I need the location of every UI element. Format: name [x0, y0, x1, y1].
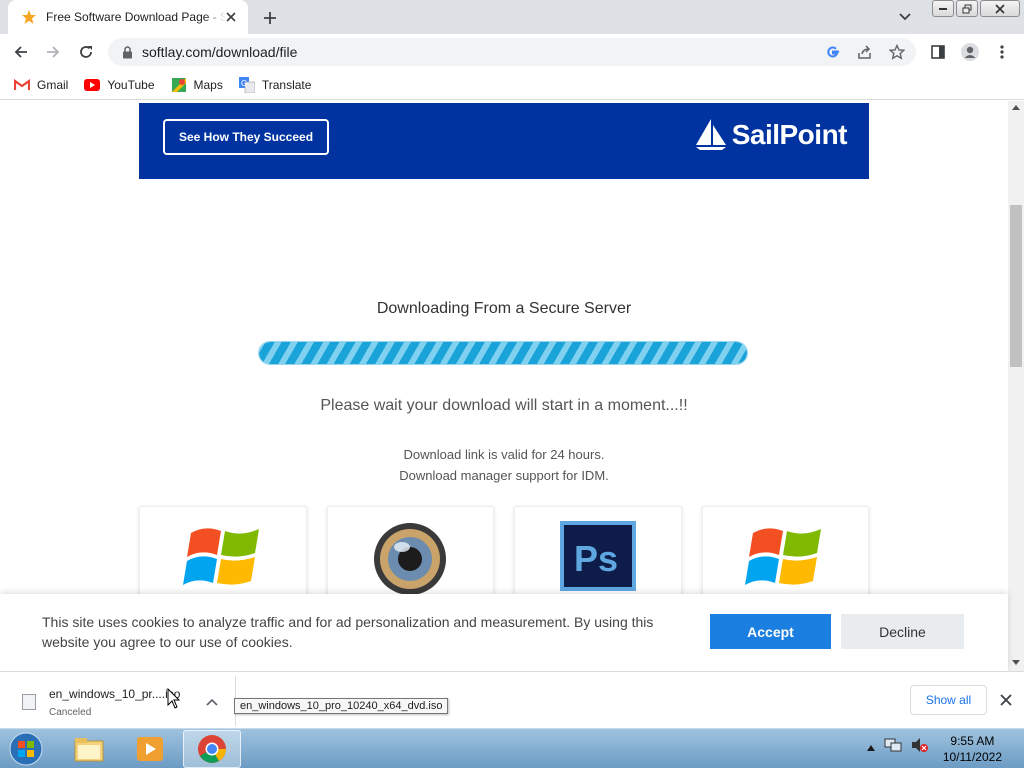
- cookie-banner: This site uses cookies to analyze traffi…: [0, 594, 1008, 671]
- bookmark-gmail[interactable]: Gmail: [14, 77, 68, 93]
- download-title: Downloading From a Secure Server: [376, 300, 632, 317]
- bookmark-star-icon[interactable]: [886, 42, 908, 62]
- bookmark-youtube[interactable]: YouTube: [84, 77, 155, 93]
- scroll-thumb[interactable]: [1010, 205, 1022, 367]
- network-icon[interactable]: [884, 737, 902, 758]
- software-cards: Ps: [139, 506, 869, 606]
- media-player-icon: [374, 523, 447, 595]
- url-text: softlay.com/download/file: [142, 44, 298, 60]
- sailpoint-ad-banner[interactable]: See How They Succeed SailPoint: [139, 103, 869, 179]
- share-icon[interactable]: [854, 42, 876, 62]
- gmail-icon: [14, 77, 30, 93]
- bookmark-translate[interactable]: G Translate: [238, 76, 312, 93]
- menu-kebab-icon[interactable]: [990, 40, 1014, 64]
- windows-logo-icon: [745, 528, 822, 585]
- software-card[interactable]: [326, 506, 494, 606]
- window-controls: [930, 0, 1020, 18]
- star-favicon-icon: [20, 8, 38, 26]
- bookmark-label: Gmail: [37, 77, 69, 92]
- download-shelf: en_windows_10_pr....iso Canceled Show al…: [0, 671, 1024, 728]
- lock-icon[interactable]: [120, 45, 134, 59]
- start-button-icon[interactable]: [6, 730, 46, 768]
- maps-icon: [171, 77, 187, 93]
- bookmark-label: Translate: [261, 77, 312, 92]
- download-item[interactable]: en_windows_10_pr....iso Canceled: [4, 676, 236, 726]
- idm-support-text: Download manager support for IDM.: [399, 468, 609, 483]
- tab-search-chevron-icon[interactable]: [894, 6, 916, 28]
- see-how-they-succeed-button[interactable]: See How They Succeed: [163, 119, 329, 155]
- photoshop-label: Ps: [574, 538, 618, 579]
- page-scrollbar[interactable]: [1008, 101, 1024, 671]
- page-viewport: See How They Succeed SailPoint Downloadi…: [0, 101, 1008, 671]
- photoshop-icon: Ps: [559, 521, 636, 591]
- tab-title: Free Software Download Page - Softlay: [46, 10, 226, 24]
- tab-strip: Free Software Download Page - Softlay: [0, 0, 1024, 34]
- media-player-task-icon[interactable]: [121, 730, 179, 768]
- restore-icon[interactable]: [956, 0, 978, 17]
- chrome-task-icon[interactable]: [183, 730, 241, 768]
- bookmarks-bar: Gmail YouTube Maps G Translate: [0, 70, 1024, 100]
- cookie-text: This site uses cookies to analyze traffi…: [42, 614, 654, 650]
- link-valid-text: Download link is valid for 24 hours.: [403, 447, 605, 462]
- side-panel-icon[interactable]: [926, 40, 950, 64]
- explorer-task-icon[interactable]: [60, 730, 118, 768]
- reload-icon[interactable]: [74, 40, 98, 64]
- volume-muted-icon[interactable]: [910, 737, 928, 758]
- download-filename: en_windows_10_pr....iso: [49, 687, 181, 701]
- software-card[interactable]: Ps: [514, 506, 682, 606]
- software-card[interactable]: [139, 506, 307, 606]
- mouse-cursor-icon: [167, 688, 181, 709]
- sailpoint-logo: SailPoint: [694, 119, 848, 151]
- translate-icon: G: [238, 76, 255, 93]
- file-icon: [22, 694, 36, 710]
- bookmark-label: Maps: [193, 77, 223, 92]
- show-all-button[interactable]: Show all: [910, 685, 987, 715]
- browser-toolbar: softlay.com/download/file: [0, 34, 1024, 70]
- windows-taskbar: 9:55 AM 10/11/2022: [0, 728, 1024, 768]
- software-card[interactable]: [701, 506, 869, 606]
- close-shelf-icon[interactable]: [996, 690, 1016, 710]
- forward-icon[interactable]: [41, 40, 65, 64]
- show-hidden-icons-icon[interactable]: [866, 739, 876, 757]
- system-tray: [866, 737, 928, 758]
- svg-text:G: G: [241, 79, 247, 88]
- close-window-icon[interactable]: [980, 0, 1020, 17]
- download-progress-bar: [258, 341, 748, 365]
- download-status: Canceled: [49, 707, 92, 718]
- clock-time: 9:55 AM: [950, 734, 995, 748]
- bookmark-label: YouTube: [107, 77, 155, 92]
- sail-icon: [695, 119, 726, 150]
- chevron-up-icon[interactable]: [204, 694, 220, 710]
- progress-fill: [259, 342, 747, 364]
- close-tab-icon[interactable]: [222, 8, 240, 26]
- clock-date: 10/11/2022: [942, 750, 1002, 764]
- profile-avatar-icon[interactable]: [958, 40, 982, 64]
- wait-message: Please wait your download will start in …: [320, 397, 688, 414]
- minimize-icon[interactable]: [932, 0, 954, 17]
- sailpoint-brand-text: SailPoint: [731, 119, 848, 150]
- google-lens-icon[interactable]: [822, 42, 844, 62]
- bookmark-maps[interactable]: Maps: [171, 77, 223, 93]
- accept-cookies-button[interactable]: Accept: [710, 614, 831, 649]
- filename-tooltip: en_windows_10_pro_10240_x64_dvd.iso: [234, 698, 449, 714]
- windows-logo-icon: [182, 528, 259, 585]
- scroll-down-arrow-icon[interactable]: [1012, 660, 1020, 665]
- browser-tab[interactable]: Free Software Download Page - Softlay: [8, 0, 248, 34]
- scroll-up-arrow-icon[interactable]: [1012, 105, 1020, 110]
- new-tab-icon[interactable]: [258, 6, 282, 30]
- youtube-icon: [84, 77, 101, 93]
- decline-cookies-button[interactable]: Decline: [841, 614, 964, 649]
- address-bar[interactable]: softlay.com/download/file: [108, 38, 916, 66]
- system-clock[interactable]: 9:55 AM 10/11/2022: [943, 733, 1002, 765]
- back-icon[interactable]: [9, 40, 33, 64]
